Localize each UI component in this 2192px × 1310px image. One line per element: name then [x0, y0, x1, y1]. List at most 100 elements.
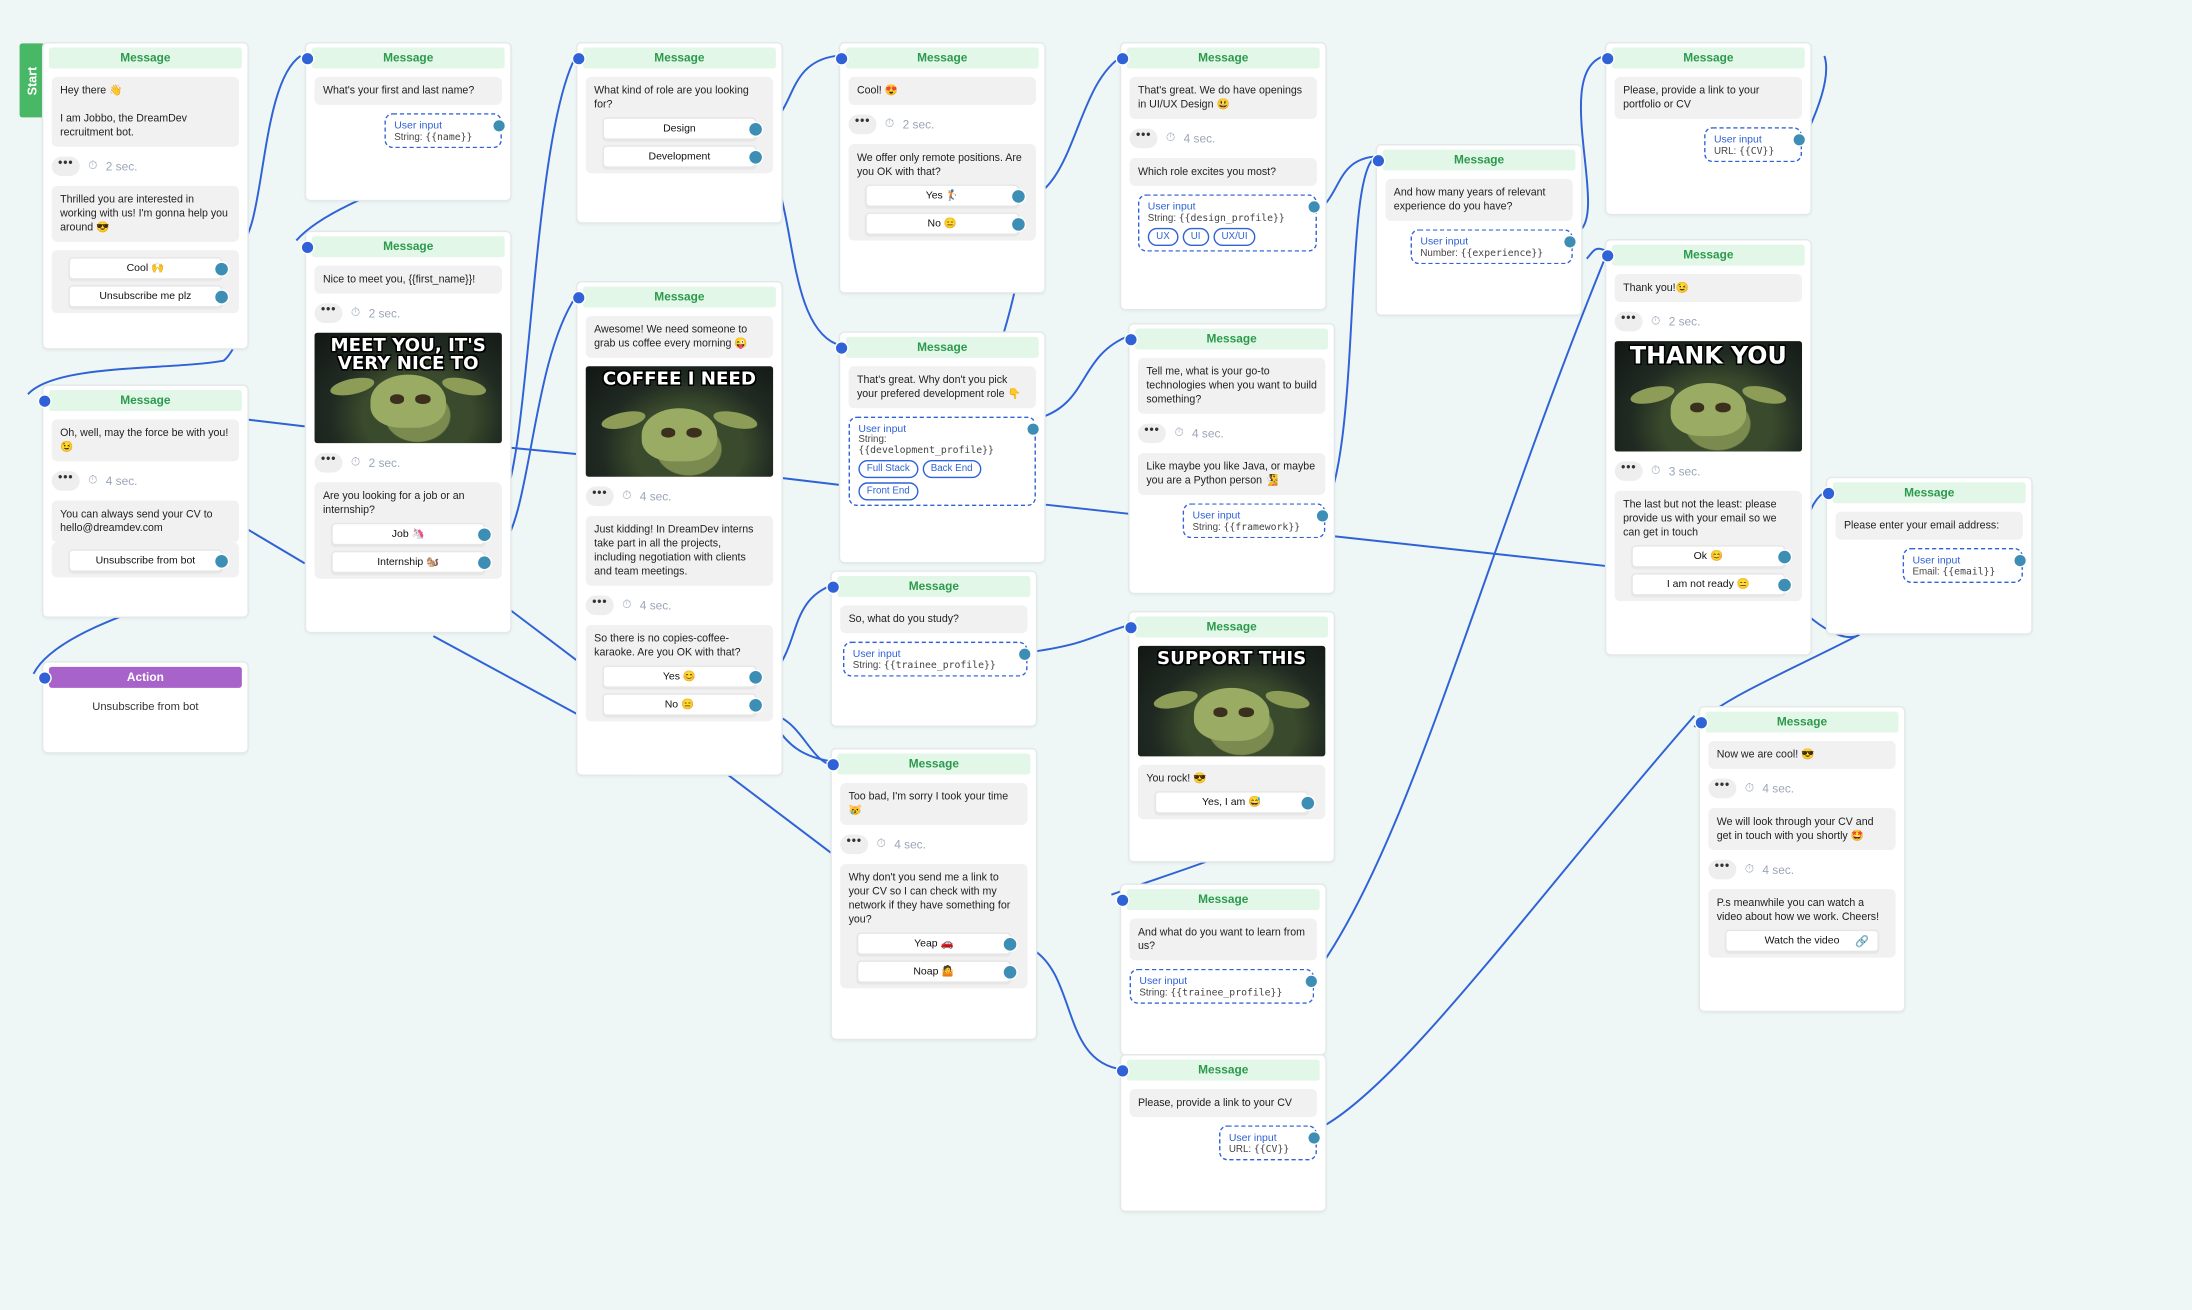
message-node-final[interactable]: Message Now we are cool! 😎 ••• ⏱ 4 sec. We… [1694, 707, 1905, 1011]
output-port[interactable] [1562, 234, 1577, 249]
option-chip[interactable]: Full Stack [858, 459, 919, 479]
input-port[interactable] [1123, 332, 1138, 347]
output-port[interactable] [213, 553, 230, 569]
input-port[interactable] [834, 51, 849, 66]
option-chip[interactable]: Front End [858, 482, 919, 501]
quick-reply-button[interactable]: No 😑 [865, 212, 1027, 235]
output-port[interactable] [1307, 199, 1322, 214]
quick-reply-button[interactable]: Internship 🐿️ [331, 550, 493, 574]
message-node-nice-to-meet[interactable]: Message Nice to meet you, {{first_name}}… [300, 232, 511, 632]
quick-reply-button[interactable]: I am not ready 😑 [1631, 573, 1793, 596]
output-port[interactable] [747, 149, 764, 165]
message-node-experience[interactable]: Message And how many years of relevant e… [1371, 145, 1582, 315]
output-port[interactable] [213, 261, 230, 277]
output-port[interactable] [2013, 553, 2028, 568]
input-port[interactable] [1371, 153, 1386, 168]
quick-reply-button[interactable]: Cool 🙌 [68, 257, 230, 280]
user-input-field[interactable]: User input String: {{design_profile}} UX… [1137, 194, 1322, 252]
output-port[interactable] [1002, 936, 1018, 953]
message-node-too-bad[interactable]: Message Too bad, I'm sorry I took your t… [826, 749, 1036, 1039]
output-port[interactable] [1017, 647, 1032, 662]
input-port[interactable] [826, 580, 841, 595]
output-port[interactable] [1307, 1130, 1322, 1145]
output-port[interactable] [213, 289, 230, 305]
output-port[interactable] [747, 121, 764, 138]
user-input-field[interactable]: User input String: {{name}} [384, 113, 507, 149]
user-input-field[interactable]: User input URL: {{CV}} [1219, 1125, 1322, 1161]
output-port[interactable] [476, 555, 493, 571]
message-node-technologies[interactable]: Message Tell me, what is your go-to tech… [1123, 324, 1334, 593]
message-node-design-openings[interactable]: Message That's great. We do have opening… [1115, 43, 1326, 309]
input-port[interactable] [1600, 51, 1615, 66]
output-port[interactable] [1010, 216, 1027, 233]
quick-reply-button[interactable]: Unsubscribe me plz [68, 285, 230, 308]
quick-reply-button[interactable]: Unsubscribe from bot [68, 549, 230, 572]
output-port[interactable] [1300, 795, 1316, 811]
quick-reply-button[interactable]: No 😑 [602, 693, 764, 716]
option-chip[interactable]: Back End [922, 459, 981, 479]
output-port[interactable] [1002, 964, 1018, 980]
input-port[interactable] [1115, 1063, 1130, 1078]
input-port[interactable] [1694, 715, 1709, 730]
option-chip[interactable]: UI [1182, 227, 1209, 247]
start-node-tab[interactable]: Start [19, 43, 45, 118]
quick-reply-button[interactable]: Yeap 🚗 [856, 932, 1018, 955]
output-port[interactable] [1776, 577, 1793, 593]
quick-reply-button[interactable]: Yes, I am 😅 [1154, 791, 1316, 814]
quick-reply-button[interactable]: Development [602, 145, 764, 168]
message-node-learn[interactable]: Message And what do you want to learn fr… [1115, 884, 1326, 1055]
output-port[interactable] [1776, 549, 1793, 565]
quick-reply-button[interactable]: Yes 🏌️ [865, 184, 1027, 207]
message-node-email[interactable]: Message Please enter your email address:… [1821, 478, 2032, 634]
quick-reply-button[interactable]: Yes 😊 [602, 665, 764, 688]
quick-reply-button[interactable]: Ok 😊 [1631, 545, 1793, 568]
input-port[interactable] [1600, 248, 1615, 263]
input-port[interactable] [826, 757, 841, 772]
quick-reply-button[interactable]: Job 🦄 [331, 522, 493, 546]
link-button[interactable]: Watch the video 🔗 [1725, 929, 1879, 953]
output-port[interactable] [1010, 188, 1027, 205]
user-input-field[interactable]: User input String: {{trainee_profile}} [842, 641, 1032, 677]
input-port[interactable] [834, 341, 849, 356]
input-port[interactable] [1821, 486, 1836, 501]
input-port[interactable] [300, 240, 315, 255]
output-port[interactable] [1315, 508, 1330, 523]
output-port[interactable] [747, 669, 764, 686]
message-node-dev-role[interactable]: Message That's great. Why don't you pick… [834, 332, 1045, 562]
action-node-unsubscribe[interactable]: Action Unsubscribe from bot [37, 662, 248, 753]
input-port[interactable] [571, 51, 586, 66]
output-port[interactable] [476, 527, 493, 543]
user-input-field[interactable]: User input String: {{development_profile… [848, 416, 1041, 507]
output-port[interactable] [1026, 422, 1041, 437]
output-port[interactable] [492, 118, 507, 133]
message-node-cv-link[interactable]: Message Please, provide a link to your C… [1115, 1055, 1326, 1211]
user-input-field[interactable]: User input Email: {{email}} [1902, 548, 2028, 583]
option-chip[interactable]: UX/UI [1213, 227, 1256, 247]
message-node-support[interactable]: Message SUPPORT THIS You rock! 😎 Yes, I … [1123, 612, 1334, 862]
message-node-greeting[interactable]: Message Hey there 👋 I am Jobbo, the Drea… [43, 43, 248, 349]
output-port[interactable] [1792, 132, 1807, 147]
quick-reply-button[interactable]: Design [602, 117, 764, 140]
user-input-field[interactable]: User input String: {{trainee_profile}} [1129, 968, 1319, 1004]
message-node-thank-you[interactable]: Message Thank you!😉 ••• ⏱ 2 sec. THANK YOU… [1600, 240, 1811, 655]
output-port[interactable] [747, 697, 764, 713]
input-port[interactable] [1115, 51, 1130, 66]
input-port[interactable] [37, 394, 52, 409]
quick-reply-button[interactable]: Noap 🤷 [856, 960, 1018, 983]
message-node-role[interactable]: Message What kind of role are you lookin… [571, 43, 782, 223]
input-port[interactable] [1123, 620, 1138, 635]
input-port[interactable] [37, 671, 52, 686]
flow-canvas[interactable]: Start Message Hey there 👋 I am Jobbo, th… [0, 0, 2192, 1310]
output-port[interactable] [1304, 974, 1319, 989]
message-node-study[interactable]: Message So, what do you study? User inpu… [826, 571, 1036, 726]
message-node-force[interactable]: Message Oh, well, may the force be with … [37, 385, 248, 617]
user-input-field[interactable]: User input String: {{framework}} [1182, 503, 1330, 539]
message-node-name[interactable]: Message What's your first and last name?… [300, 43, 511, 200]
input-port[interactable] [571, 290, 586, 305]
message-node-coffee[interactable]: Message Awesome! We need someone to grab… [571, 282, 782, 775]
user-input-field[interactable]: User input URL: {{CV}} [1704, 127, 1807, 163]
user-input-field[interactable]: User input Number: {{experience}} [1410, 229, 1577, 265]
message-node-portfolio[interactable]: Message Please, provide a link to your p… [1600, 43, 1811, 214]
option-chip[interactable]: UX [1147, 227, 1179, 247]
input-port[interactable] [300, 51, 315, 66]
